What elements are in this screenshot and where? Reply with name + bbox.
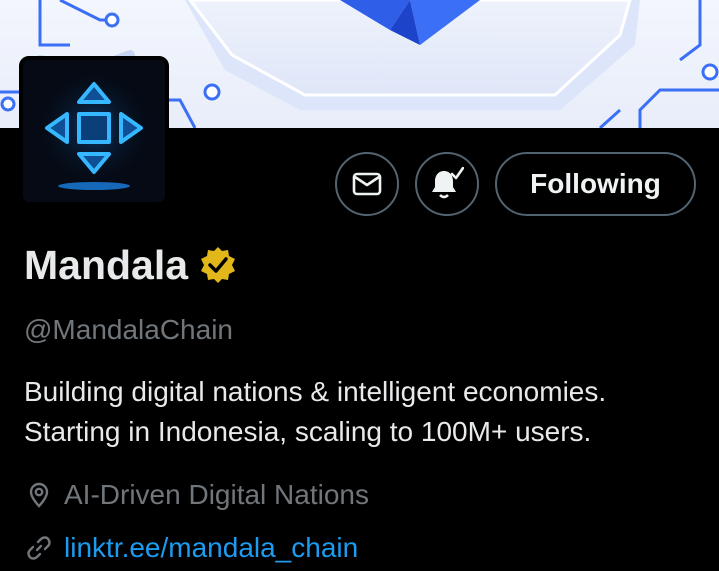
- profile-bio: Building digital nations & intelligent e…: [24, 372, 704, 452]
- envelope-icon: [352, 172, 382, 196]
- profile-avatar[interactable]: [19, 56, 169, 206]
- notifications-button[interactable]: [415, 152, 479, 216]
- message-button[interactable]: [335, 152, 399, 216]
- link-chain-icon: [24, 533, 54, 563]
- name-row: Mandala: [24, 240, 238, 290]
- mandala-logo-icon: [23, 60, 165, 202]
- profile-website: linktr.ee/mandala_chain: [24, 530, 358, 566]
- location-text: AI-Driven Digital Nations: [64, 479, 369, 510]
- following-button[interactable]: Following: [495, 152, 696, 216]
- display-name: Mandala: [24, 242, 189, 288]
- bio-line: Starting in Indonesia, scaling to 100M+ …: [24, 416, 592, 447]
- bio-line: Building digital nations & intelligent e…: [24, 376, 607, 407]
- verified-badge-icon: [201, 247, 236, 283]
- profile-location: AI-Driven Digital Nations: [24, 477, 369, 513]
- bell-check-icon: [432, 167, 464, 199]
- website-link[interactable]: linktr.ee/mandala_chain: [64, 530, 358, 566]
- location-pin-icon: [24, 480, 54, 510]
- user-handle: @MandalaChain: [24, 314, 233, 345]
